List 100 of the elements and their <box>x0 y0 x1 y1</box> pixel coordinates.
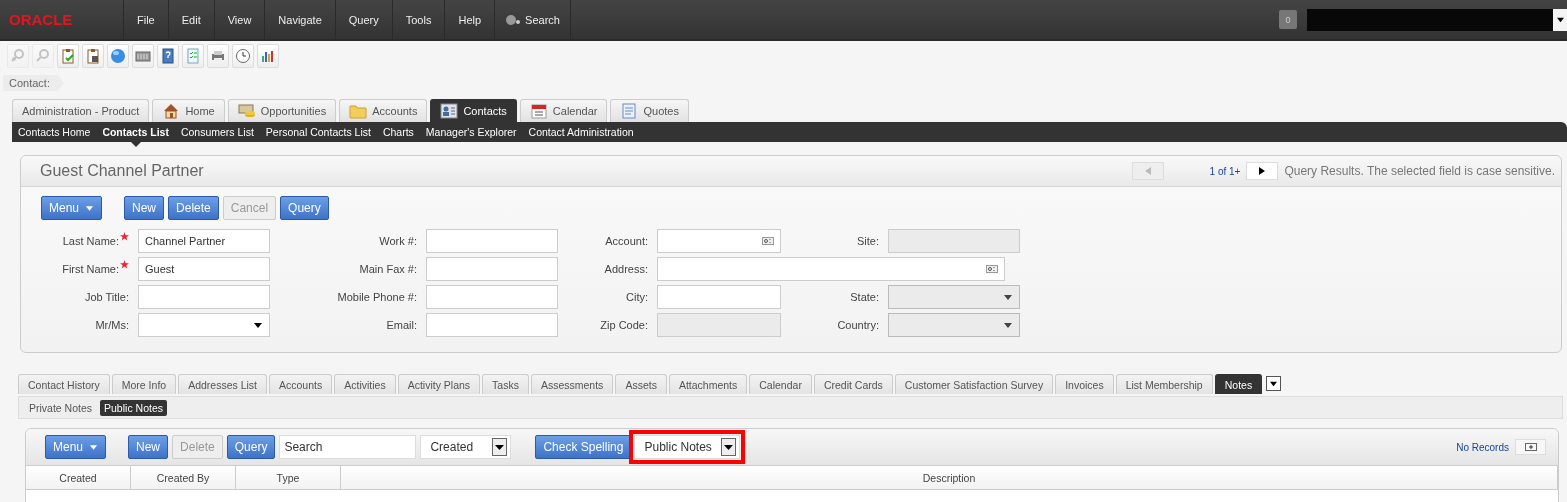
field-label: State: <box>850 291 879 303</box>
checklist-icon <box>185 48 201 64</box>
column-header[interactable]: Description <box>341 466 1558 489</box>
view-tab[interactable]: Invoices <box>1055 374 1114 394</box>
screen-tab[interactable]: Calendar <box>519 99 608 122</box>
records-link[interactable]: No Records <box>1456 441 1509 453</box>
dropdown-field[interactable] <box>1307 8 1567 31</box>
menu-item[interactable]: Edit <box>167 0 214 39</box>
nav-link[interactable]: Contact Administration <box>522 126 640 138</box>
action-button[interactable]: Query <box>226 435 276 459</box>
view-tab[interactable]: Assessments <box>530 374 614 394</box>
breadcrumb-link[interactable]: Contact: <box>3 75 64 91</box>
text-field[interactable] <box>426 313 558 337</box>
next-button[interactable] <box>1246 162 1279 180</box>
text-field[interactable] <box>426 257 558 281</box>
menu-item[interactable]: Tools <box>391 0 445 39</box>
screen-tab[interactable]: Accounts <box>339 99 428 122</box>
menu-button[interactable]: Menu <box>45 435 107 459</box>
readonly-field[interactable] <box>888 229 1020 253</box>
nav-link[interactable]: Contacts Home <box>12 126 97 138</box>
toggle-button[interactable] <box>1515 439 1546 455</box>
nav-link[interactable]: Manager's Explorer <box>419 126 523 138</box>
view-tab[interactable]: Assets <box>615 374 667 394</box>
nav-link[interactable]: Consumers List <box>174 126 260 138</box>
toolbar-button[interactable] <box>57 44 79 68</box>
toolbar-button[interactable] <box>157 44 179 68</box>
screen-tab[interactable]: Quotes <box>610 99 689 122</box>
search-icon <box>505 13 522 26</box>
nav-link[interactable]: Contacts List <box>96 126 175 138</box>
toolbar-button[interactable] <box>207 44 229 68</box>
field-label: Work #: <box>379 235 417 247</box>
view-tab[interactable]: Activity Plans <box>397 374 481 394</box>
view-tab[interactable]: List Membership <box>1115 374 1213 394</box>
screen-tab[interactable]: Administration - Product <box>12 99 150 122</box>
sort-select[interactable]: Created <box>420 435 512 459</box>
search-icon <box>35 48 51 64</box>
caret-icon <box>1003 321 1013 329</box>
toolbar-button[interactable] <box>82 44 104 68</box>
more-tabs-button[interactable] <box>1266 376 1282 391</box>
view-tab[interactable]: Contact History <box>18 374 110 394</box>
screen-tab[interactable]: Contacts <box>430 99 517 122</box>
toolbar-button[interactable] <box>107 44 129 68</box>
column-header[interactable]: Created By <box>131 466 236 489</box>
toolbar-button[interactable] <box>257 44 279 68</box>
screen-tab[interactable]: Opportunities <box>227 99 337 122</box>
notes-select[interactable]: Public Notes <box>634 435 741 459</box>
menu-item[interactable]: File <box>123 0 168 39</box>
menu-item[interactable]: View <box>213 0 265 39</box>
view-tab[interactable]: Attachments <box>668 374 748 394</box>
readonly-field[interactable] <box>657 313 781 337</box>
toolbar-button[interactable] <box>232 44 254 68</box>
lookup-field[interactable] <box>657 229 781 253</box>
view-tab[interactable]: Tasks <box>482 374 529 394</box>
column-header[interactable]: Type <box>236 466 341 489</box>
view-tab[interactable]: Credit Cards <box>813 374 893 394</box>
screen-tab[interactable]: Home <box>152 99 225 122</box>
text-field[interactable] <box>426 229 558 253</box>
sub-tab[interactable]: Public Notes <box>100 399 167 416</box>
view-tab[interactable]: Customer Satisfaction Survey <box>894 374 1054 394</box>
action-button[interactable]: New <box>124 196 165 220</box>
caret-icon <box>89 443 99 451</box>
nav-link[interactable]: Charts <box>376 126 420 138</box>
field-label: Mobile Phone #: <box>337 291 417 303</box>
view-tab[interactable]: Activities <box>334 374 396 394</box>
sub-tab[interactable]: Private Notes <box>25 399 97 416</box>
menu-item[interactable]: Navigate <box>264 0 335 39</box>
view-tab[interactable]: Notes <box>1214 374 1263 394</box>
record-title: Guest Channel Partner <box>40 162 204 180</box>
clock-icon <box>235 48 251 64</box>
menu-item[interactable]: Help <box>444 0 495 39</box>
field-label: City: <box>626 291 648 303</box>
action-button[interactable]: Delete <box>168 196 219 220</box>
text-field[interactable] <box>426 285 558 309</box>
dropdown-field[interactable] <box>138 313 270 337</box>
menu-item[interactable]: Query <box>334 0 392 39</box>
required-icon <box>120 260 129 269</box>
toolbar-button[interactable] <box>132 44 154 68</box>
globe-icon <box>110 48 126 64</box>
caret-icon <box>85 204 95 212</box>
check-spelling-button[interactable]: Check Spelling <box>535 435 632 459</box>
text-field[interactable]: Channel Partner <box>138 229 270 253</box>
search-add-icon <box>10 48 26 64</box>
view-tab[interactable]: More Info <box>111 374 177 394</box>
view-tab[interactable]: Addresses List <box>178 374 267 394</box>
search-field[interactable]: Search <box>279 435 417 459</box>
text-field[interactable]: Guest <box>138 257 270 281</box>
search-menu-item[interactable]: Search <box>494 0 571 39</box>
caret-icon <box>721 438 737 456</box>
document-icon <box>620 103 639 119</box>
nav-link[interactable]: Personal Contacts List <box>259 126 377 138</box>
text-field[interactable] <box>657 285 781 309</box>
action-button[interactable]: Query <box>280 196 329 220</box>
view-tab[interactable]: Calendar <box>749 374 812 394</box>
record-count-link[interactable]: 1 of 1+ <box>1209 165 1241 177</box>
column-header[interactable]: Created <box>26 466 131 489</box>
text-field[interactable] <box>138 285 270 309</box>
menu-button[interactable]: Menu <box>41 196 103 220</box>
action-button[interactable]: New <box>128 435 169 459</box>
lookup-field[interactable] <box>657 257 1005 281</box>
view-tab[interactable]: Accounts <box>269 374 333 394</box>
